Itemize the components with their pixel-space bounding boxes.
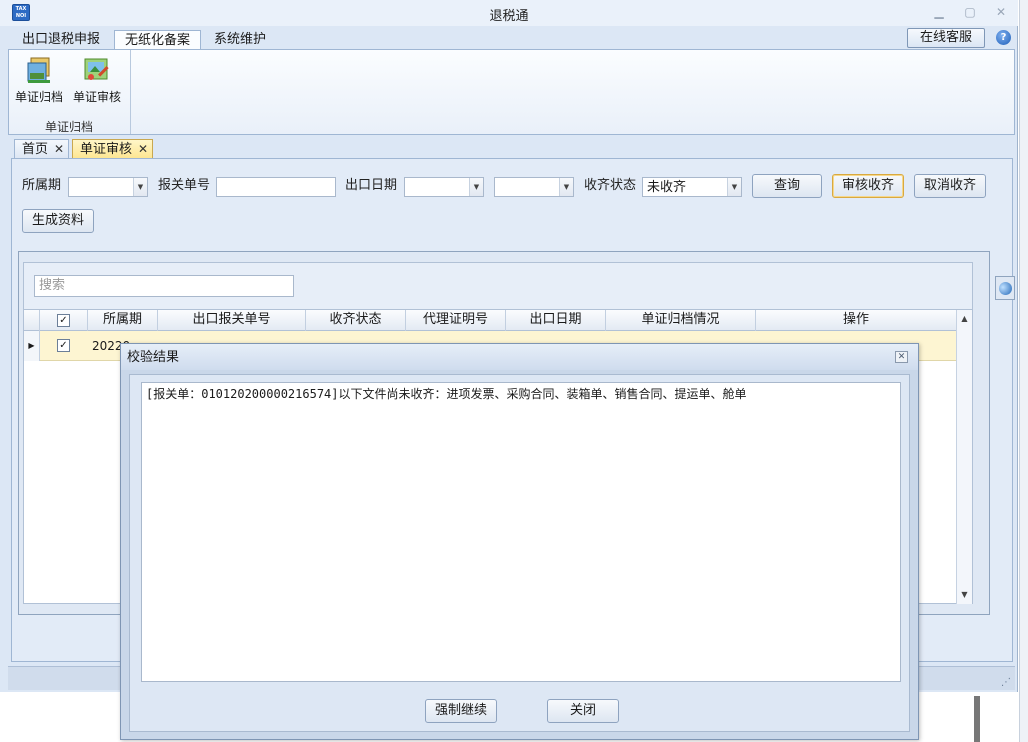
collect-status-select[interactable]: 未收齐 ▼ bbox=[642, 177, 742, 197]
table-header: ✓ 所属期 出口报关单号 收齐状态 代理证明号 出口日期 单证归档情况 操作 bbox=[24, 310, 956, 331]
title-bar: TAX NOI 退税通 ▁ ▢ ✕ bbox=[0, 0, 1018, 26]
close-tab-icon[interactable]: ✕ bbox=[54, 140, 64, 158]
archive-icon bbox=[27, 57, 50, 83]
menu-tab-export-refund[interactable]: 出口退税申报 bbox=[12, 30, 110, 51]
doc-tab-home[interactable]: 首页 ✕ bbox=[14, 139, 70, 159]
doc-tab-home-label: 首页 bbox=[22, 142, 49, 157]
header-agent-cert[interactable]: 代理证明号 bbox=[406, 310, 506, 331]
scroll-up-icon[interactable]: ▲ bbox=[957, 312, 972, 326]
dialog-close-icon[interactable]: ✕ bbox=[895, 351, 908, 363]
close-window-icon[interactable]: ✕ bbox=[993, 5, 1009, 19]
minimize-icon[interactable]: ▁ bbox=[931, 5, 947, 19]
maximize-icon[interactable]: ▢ bbox=[962, 5, 978, 19]
audit-button-label: 单证审核 bbox=[72, 90, 121, 104]
validation-message[interactable]: [报关单：010120200000216574]以下文件尚未收齐：进项发票、采购… bbox=[141, 382, 901, 682]
export-date-from[interactable]: ▼ bbox=[404, 177, 484, 197]
doc-tab-audit-label: 单证审核 bbox=[80, 142, 133, 157]
chevron-down-icon[interactable]: ▼ bbox=[469, 178, 483, 196]
period-label: 所属期 bbox=[22, 178, 62, 193]
help-icon[interactable]: ? bbox=[996, 30, 1011, 45]
force-continue-button[interactable]: 强制继续 bbox=[425, 699, 497, 723]
ribbon: 单证归档 单证审核 单证归档 bbox=[8, 49, 1015, 135]
row-indicator-icon: ▶ bbox=[24, 331, 40, 361]
chevron-down-icon[interactable]: ▼ bbox=[727, 178, 741, 196]
menu-tab-system[interactable]: 系统维护 bbox=[204, 30, 276, 51]
audit-icon bbox=[84, 58, 109, 80]
archive-button[interactable]: 单证归档 bbox=[11, 54, 67, 108]
generate-button[interactable]: 生成资料 bbox=[22, 209, 94, 233]
side-panel-toggle[interactable] bbox=[995, 276, 1015, 300]
background-divider bbox=[974, 696, 980, 742]
select-all-checkbox[interactable]: ✓ bbox=[57, 314, 70, 327]
dialog-body: [报关单：010120200000216574]以下文件尚未收齐：进项发票、采购… bbox=[129, 374, 910, 732]
header-select-all: ✓ bbox=[40, 310, 88, 331]
header-customs-no[interactable]: 出口报关单号 bbox=[158, 310, 306, 331]
ribbon-group-label: 单证归档 bbox=[44, 120, 93, 134]
header-period[interactable]: 所属期 bbox=[88, 310, 158, 331]
audit-collect-button[interactable]: 审核收齐 bbox=[832, 174, 904, 198]
collect-status-label: 收齐状态 bbox=[584, 178, 637, 193]
search-input[interactable]: 搜索 bbox=[34, 275, 294, 297]
toggle-circle-icon bbox=[999, 282, 1012, 295]
resize-grip-icon[interactable]: ⋰ bbox=[1001, 677, 1011, 688]
audit-button[interactable]: 单证审核 bbox=[69, 54, 125, 108]
doc-tab-audit[interactable]: 单证审核 ✕ bbox=[72, 139, 154, 159]
period-combo[interactable]: ▼ bbox=[68, 177, 148, 197]
vertical-scrollbar[interactable]: ▲ ▼ bbox=[956, 310, 972, 604]
ribbon-group-archive: 单证归档 单证审核 单证归档 bbox=[9, 50, 131, 134]
dialog-close-button[interactable]: 关闭 bbox=[547, 699, 619, 723]
export-date-label: 出口日期 bbox=[345, 178, 398, 193]
menu-tab-paperless[interactable]: 无纸化备案 bbox=[114, 30, 202, 51]
archive-button-label: 单证归档 bbox=[14, 90, 63, 104]
dialog-title-text: 校验结果 bbox=[127, 350, 180, 365]
scroll-down-icon[interactable]: ▼ bbox=[957, 588, 972, 602]
close-tab-icon[interactable]: ✕ bbox=[138, 140, 148, 158]
row-checkbox[interactable]: ✓ bbox=[57, 339, 70, 352]
chevron-down-icon[interactable]: ▼ bbox=[133, 178, 147, 196]
validation-dialog: 校验结果 ✕ [报关单：010120200000216574]以下文件尚未收齐：… bbox=[120, 343, 919, 740]
query-button[interactable]: 查询 bbox=[752, 174, 822, 198]
dialog-title: 校验结果 ✕ bbox=[121, 344, 918, 370]
customs-no-input[interactable] bbox=[216, 177, 336, 197]
header-operation: 操作 bbox=[842, 312, 869, 327]
header-archive-status[interactable]: 单证归档情况 bbox=[606, 310, 756, 331]
header-indicator bbox=[24, 310, 40, 331]
header-collect-status[interactable]: 收齐状态 bbox=[306, 310, 406, 331]
export-date-to[interactable]: ▼ bbox=[494, 177, 574, 197]
header-export-date[interactable]: 出口日期 bbox=[506, 310, 606, 331]
chevron-down-icon[interactable]: ▼ bbox=[559, 178, 573, 196]
cancel-collect-button[interactable]: 取消收齐 bbox=[914, 174, 986, 198]
background-window-edge bbox=[1019, 0, 1028, 742]
menu-bar: 出口退税申报 无纸化备案 系统维护 bbox=[0, 26, 1018, 51]
customs-no-label: 报关单号 bbox=[158, 178, 211, 193]
online-service-button[interactable]: 在线客服 bbox=[907, 28, 985, 48]
window-title: 退税通 bbox=[489, 9, 529, 24]
